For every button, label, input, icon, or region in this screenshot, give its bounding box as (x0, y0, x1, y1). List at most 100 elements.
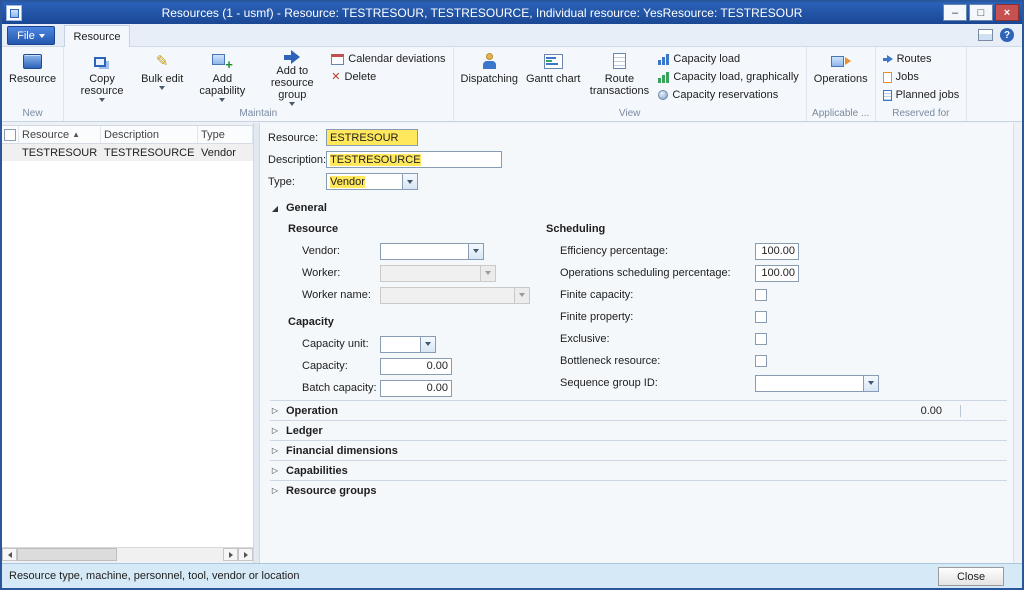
planned-jobs-icon (883, 90, 892, 101)
panel-splitter[interactable] (253, 123, 260, 563)
cell-resource: TESTRESOUR (19, 144, 101, 161)
close-button[interactable]: Close (938, 567, 1004, 586)
add-capability-icon: + (212, 53, 233, 70)
layout-icon[interactable] (978, 29, 993, 41)
jobs-button[interactable]: Jobs (880, 69, 963, 85)
finite-property-checkbox[interactable] (755, 311, 767, 323)
section-divider (960, 405, 961, 417)
batch-capacity-input[interactable]: 0.00 (380, 380, 452, 397)
file-menu-label: File (17, 30, 35, 42)
scrollbar-track (117, 548, 223, 561)
panel-expand-button[interactable] (238, 548, 253, 561)
route-transactions-icon (613, 53, 626, 69)
ops-scheduling-input[interactable]: 100.00 (755, 265, 799, 282)
bulk-edit-icon: ✎ (156, 54, 169, 69)
file-menu-button[interactable]: File (7, 26, 55, 45)
batch-capacity-label: Batch capacity: (302, 382, 380, 394)
exclusive-label: Exclusive: (560, 333, 755, 345)
capacity-load-button[interactable]: Capacity load (655, 51, 801, 67)
add-capability-button[interactable]: + Add capability (188, 48, 256, 106)
efficiency-label: Efficiency percentage: (560, 245, 755, 257)
operation-summary-value: 0.00 (921, 405, 942, 417)
sort-ascending-icon: ▲ (72, 130, 80, 139)
grid-select-all-cell (2, 126, 19, 143)
dropdown-arrow-icon[interactable] (420, 336, 436, 353)
grid-header-type[interactable]: Type (198, 126, 253, 143)
sequence-group-label: Sequence group ID: (560, 377, 755, 389)
section-resource-groups[interactable]: ▷ Resource groups (270, 480, 1007, 500)
select-all-checkbox[interactable] (4, 129, 16, 141)
collapsed-icon: ▷ (270, 426, 280, 435)
collapsed-icon: ▷ (270, 486, 280, 495)
section-financial-dimensions[interactable]: ▷ Financial dimensions (270, 440, 1007, 460)
bottleneck-label: Bottleneck resource: (560, 355, 755, 367)
bulk-edit-button[interactable]: ✎ Bulk edit (138, 48, 186, 106)
grid-header-description[interactable]: Description (101, 126, 198, 143)
window-title: Resources (1 - usmf) - Resource: TESTRES… (32, 2, 932, 24)
delete-button[interactable]: ✕ Delete (328, 69, 448, 85)
dropdown-arrow-icon[interactable] (468, 243, 484, 260)
route-transactions-button[interactable]: Route transactions (585, 48, 653, 106)
copy-resource-icon (94, 57, 106, 67)
tab-resource-label: Resource (73, 31, 120, 43)
routes-button[interactable]: Routes (880, 51, 963, 67)
capacity-reservations-icon (658, 90, 668, 100)
close-window-button[interactable]: × (995, 4, 1019, 21)
description-input[interactable]: TESTRESOURCE (326, 151, 502, 168)
chevron-down-icon (39, 34, 45, 38)
ribbon-corner-controls: ? (978, 28, 1014, 42)
vendor-dropdown[interactable] (380, 243, 484, 260)
chevron-down-icon (289, 102, 295, 106)
add-to-resource-group-button[interactable]: Add to resource group (258, 48, 326, 106)
chevron-down-icon (219, 98, 225, 102)
arrow-left-icon (8, 552, 12, 558)
sequence-group-dropdown[interactable] (755, 375, 879, 392)
detail-pane: Resource: ESTRESOUR Description: TESTRES… (260, 123, 1014, 563)
dropdown-arrow-icon (480, 265, 496, 282)
finite-capacity-checkbox[interactable] (755, 289, 767, 301)
operations-button[interactable]: Operations (811, 48, 871, 106)
section-ledger[interactable]: ▷ Ledger (270, 420, 1007, 440)
help-icon[interactable]: ? (1000, 28, 1014, 42)
table-row[interactable]: TESTRESOUR TESTRESOURCE Vendor (2, 144, 253, 161)
dropdown-arrow-icon[interactable] (863, 375, 879, 392)
minimize-button[interactable]: – (943, 4, 967, 21)
bottleneck-checkbox[interactable] (755, 355, 767, 367)
dropdown-arrow-icon[interactable] (402, 173, 418, 190)
calendar-deviations-button[interactable]: Calendar deviations (328, 51, 448, 67)
gantt-chart-button[interactable]: Gantt chart (523, 48, 583, 106)
type-dropdown[interactable]: Vendor (326, 173, 418, 190)
worker-name-label: Worker name: (302, 289, 380, 301)
section-capabilities[interactable]: ▷ Capabilities (270, 460, 1007, 480)
scrollbar-thumb[interactable] (17, 548, 117, 561)
section-general[interactable]: ◢ General (270, 198, 1007, 218)
resource-button[interactable]: Resource (6, 48, 59, 106)
capacity-input[interactable]: 0.00 (380, 358, 452, 375)
dropdown-arrow-icon (514, 287, 530, 304)
capacity-unit-dropdown[interactable] (380, 336, 436, 353)
gantt-chart-icon (544, 54, 563, 69)
copy-resource-button[interactable]: Copy resource (68, 48, 136, 106)
resource-icon (23, 54, 42, 69)
dispatching-button[interactable]: Dispatching (458, 48, 521, 106)
tab-resource[interactable]: Resource (64, 25, 130, 47)
efficiency-input[interactable]: 100.00 (755, 243, 799, 260)
scroll-right-button[interactable] (223, 548, 238, 561)
planned-jobs-button[interactable]: Planned jobs (880, 87, 963, 103)
grid-header-resource[interactable]: Resource ▲ (19, 126, 101, 143)
main-area: Resource ▲ Description Type TESTRESOUR T… (2, 123, 1022, 563)
ribbon-group-new: Resource New (2, 47, 64, 121)
scroll-left-button[interactable] (2, 548, 17, 561)
capacity-reservations-button[interactable]: Capacity reservations (655, 87, 801, 103)
status-text: Resource type, machine, personnel, tool,… (9, 570, 299, 582)
section-operation[interactable]: ▷ Operation 0.00 (270, 400, 1007, 420)
capacity-subheader: Capacity (288, 316, 602, 328)
capacity-label: Capacity: (302, 360, 380, 372)
maximize-button[interactable]: □ (969, 4, 993, 21)
arrow-right-icon (229, 552, 233, 558)
resource-input[interactable]: ESTRESOUR (326, 129, 418, 146)
capacity-load-graphically-button[interactable]: Capacity load, graphically (655, 69, 801, 85)
group-caption-reserved-for: Reserved for (880, 107, 963, 121)
worker-dropdown (380, 265, 496, 282)
exclusive-checkbox[interactable] (755, 333, 767, 345)
